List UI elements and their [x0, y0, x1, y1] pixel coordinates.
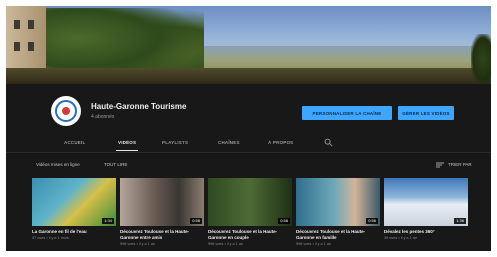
video-card[interactable]: 1:36 Dévalez les pentes 360° 39 vues • i…: [384, 178, 468, 241]
video-title[interactable]: Découvrez Toulouse et la Haute-Garonne e…: [296, 229, 380, 241]
video-thumbnail[interactable]: 1:36: [384, 178, 468, 226]
channel-logo: [55, 100, 77, 122]
channel-name: Haute-Garonne Tourisme: [91, 102, 187, 111]
channel-tabs: ACCUEIL VIDÉOS PLAYLISTS CHAÎNES À PROPO…: [6, 136, 491, 152]
building-window: [28, 42, 34, 51]
video-title[interactable]: Dévalez les pentes 360°: [384, 229, 468, 235]
video-title[interactable]: Découvrez Toulouse et la Haute-Garonne e…: [208, 229, 292, 241]
search-icon[interactable]: [324, 138, 333, 147]
building-window: [14, 42, 20, 51]
video-card[interactable]: 0:56 Découvrez Toulouse et la Haute-Garo…: [296, 178, 380, 247]
video-card[interactable]: 1:34 La Garonne en fil de l'eau 37 vues …: [32, 178, 116, 241]
video-duration: 1:36: [454, 218, 466, 224]
subscriber-count: 4 abonnés: [91, 114, 115, 120]
video-meta: 996 vues • il y a 1 an: [208, 242, 244, 246]
tab-home[interactable]: ACCUEIL: [64, 140, 85, 145]
video-meta: 37 vues • il y a 1 mois: [32, 236, 69, 240]
active-tab-indicator: [116, 150, 138, 151]
video-thumbnail[interactable]: 0:58: [208, 178, 292, 226]
building-window: [28, 20, 34, 29]
play-all-button[interactable]: TOUT LIRE: [104, 162, 127, 167]
channel-avatar[interactable]: [51, 96, 81, 126]
tabs-divider: [6, 152, 491, 153]
channel-banner: [6, 6, 491, 84]
video-title[interactable]: Découvrez Toulouse et la Haute-Garonne e…: [120, 229, 204, 241]
logo-dot: [62, 107, 70, 115]
video-duration: 0:56: [366, 218, 378, 224]
video-duration: 0:58: [190, 218, 202, 224]
video-meta: 998 vues • il y a 1 an: [120, 242, 156, 246]
video-meta: 998 vues • il y a 1 an: [296, 242, 332, 246]
uploads-filter-label[interactable]: Vidéos mises en ligne: [36, 162, 80, 167]
video-title[interactable]: La Garonne en fil de l'eau: [32, 229, 116, 235]
video-thumbnail[interactable]: 1:34: [32, 178, 116, 226]
tab-channels[interactable]: CHAÎNES: [218, 140, 240, 145]
tab-about[interactable]: À PROPOS: [268, 140, 293, 145]
video-duration: 0:58: [278, 218, 290, 224]
video-thumbnail[interactable]: 0:58: [120, 178, 204, 226]
banner-tree-right: [471, 34, 491, 84]
building-window: [14, 20, 20, 29]
sort-by-button[interactable]: TRIER PAR: [448, 162, 472, 167]
video-card[interactable]: 0:58 Découvrez Toulouse et la Haute-Garo…: [208, 178, 292, 247]
video-card[interactable]: 0:58 Découvrez Toulouse et la Haute-Garo…: [120, 178, 204, 247]
banner-ground: [6, 68, 491, 84]
sort-icon[interactable]: [436, 162, 444, 168]
tab-playlists[interactable]: PLAYLISTS: [162, 140, 188, 145]
manage-videos-button[interactable]: GÉRER LES VIDÉOS: [398, 106, 454, 120]
youtube-channel-page: Haute-Garonne Tourisme 4 abonnés PERSONN…: [6, 6, 491, 251]
customize-channel-button[interactable]: PERSONNALISER LA CHAÎNE: [302, 106, 392, 120]
video-duration: 1:34: [102, 218, 114, 224]
tab-videos[interactable]: VIDÉOS: [118, 140, 136, 145]
video-thumbnail[interactable]: 0:56: [296, 178, 380, 226]
video-meta: 39 vues • il y a 1 an: [384, 236, 417, 240]
